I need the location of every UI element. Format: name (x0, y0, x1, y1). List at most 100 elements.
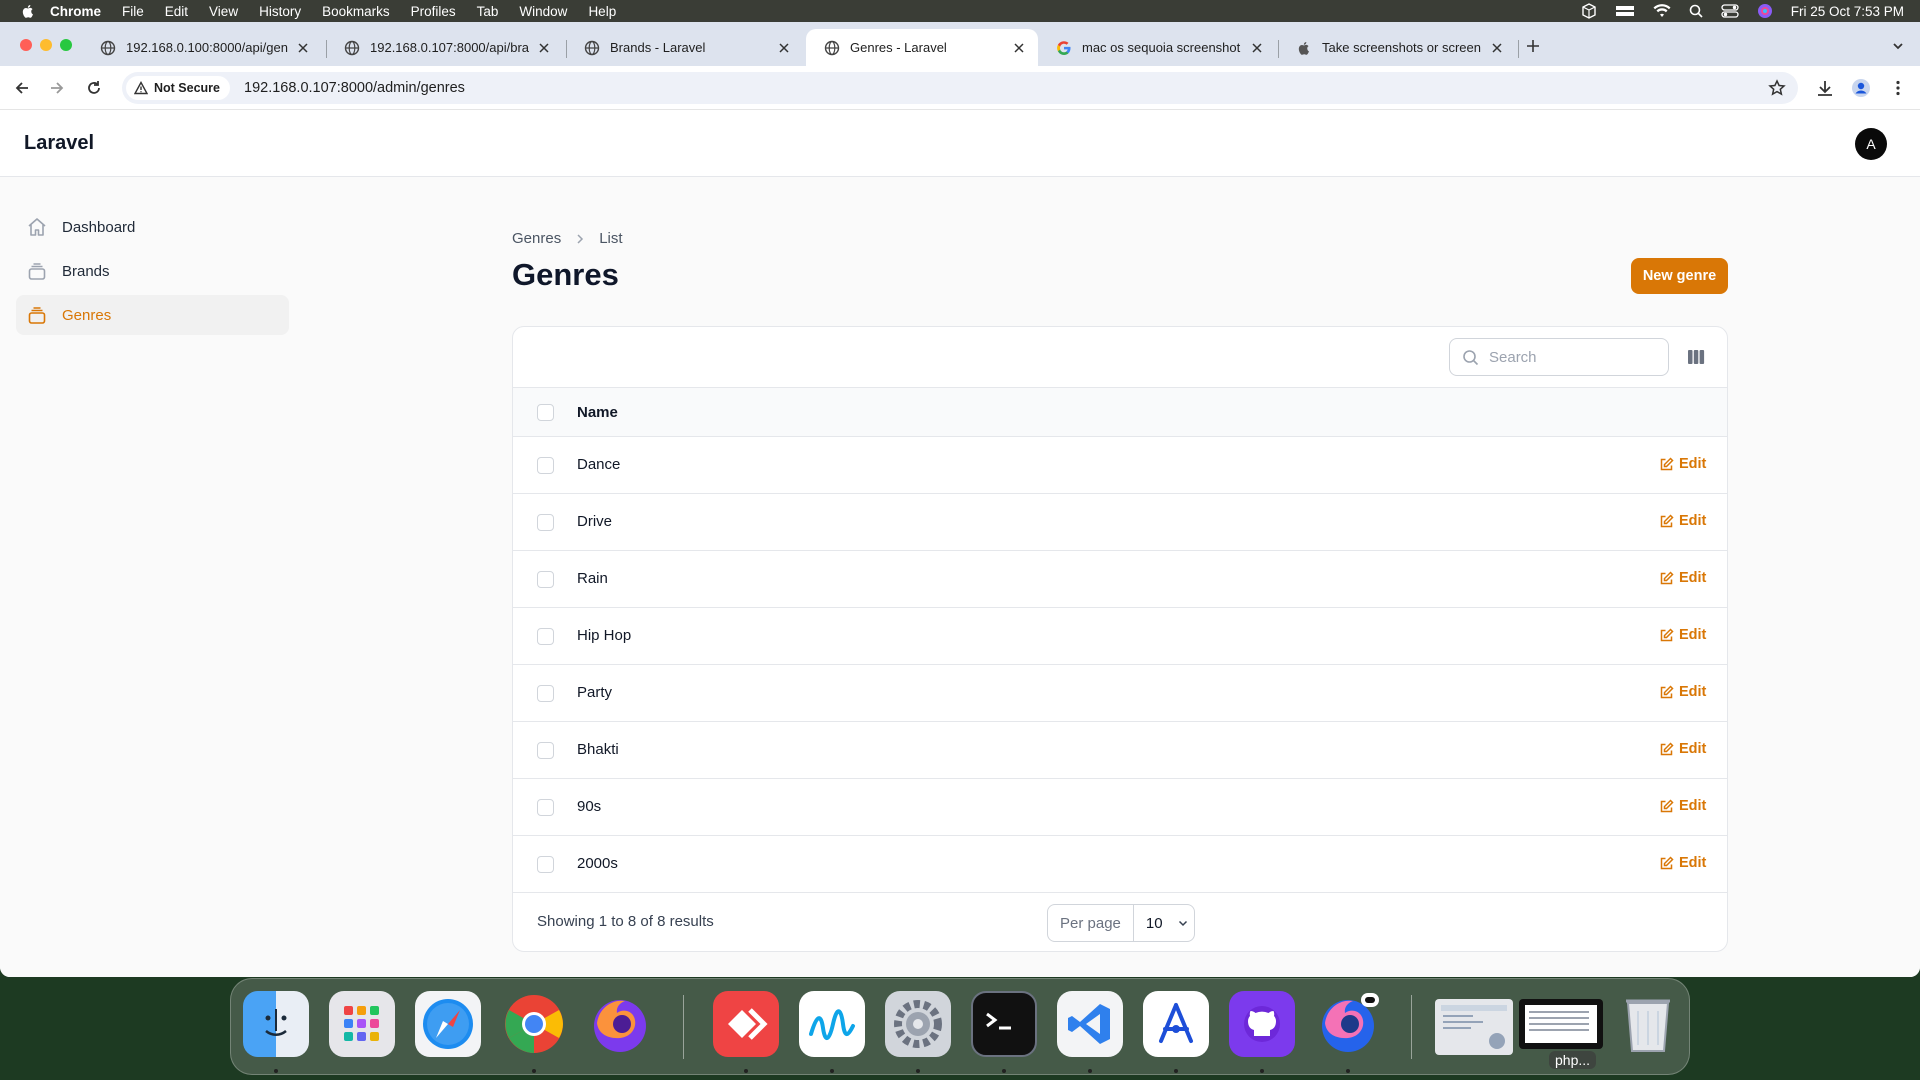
menu-profiles[interactable]: Profiles (411, 4, 456, 19)
menu-edit[interactable]: Edit (165, 4, 188, 19)
breadcrumb-parent[interactable]: Genres (512, 230, 561, 247)
user-avatar[interactable]: A (1855, 128, 1887, 160)
row-checkbox[interactable] (537, 799, 554, 816)
sidebar-item-dashboard[interactable]: Dashboard (16, 207, 289, 247)
edit-link[interactable]: Edit (1659, 684, 1706, 700)
anydesk-icon[interactable] (713, 991, 779, 1057)
edit-link[interactable]: Edit (1659, 627, 1706, 643)
preview-window-thumbnail[interactable] (1435, 999, 1513, 1055)
close-tab-icon[interactable] (777, 41, 791, 55)
status-storage-icon[interactable] (1615, 3, 1635, 19)
select-all-checkbox[interactable] (537, 404, 554, 421)
close-tab-icon[interactable] (1012, 41, 1026, 55)
row-checkbox[interactable] (537, 571, 554, 588)
row-checkbox[interactable] (537, 856, 554, 873)
row-checkbox[interactable] (537, 685, 554, 702)
search-icon (1463, 349, 1479, 365)
minimize-window-button[interactable] (40, 39, 52, 51)
tab-genres-laravel[interactable]: Genres - Laravel (806, 29, 1038, 66)
forward-arrow-icon[interactable] (47, 78, 67, 98)
safari-icon[interactable] (415, 991, 481, 1057)
github-desktop-icon[interactable] (1229, 991, 1295, 1057)
close-tab-icon[interactable] (1250, 41, 1264, 55)
back-arrow-icon[interactable] (12, 78, 32, 98)
firefox-developer-icon[interactable] (1315, 991, 1381, 1057)
wifi-icon[interactable] (1653, 4, 1671, 18)
table-row: 2000s Edit (513, 836, 1727, 893)
sidebar-item-brands[interactable]: Brands (16, 251, 289, 291)
menu-tab[interactable]: Tab (477, 4, 499, 19)
menu-view[interactable]: View (209, 4, 238, 19)
vscode-icon[interactable] (1057, 991, 1123, 1057)
launchpad-icon[interactable] (329, 991, 395, 1057)
menu-file[interactable]: File (122, 4, 144, 19)
edit-link[interactable]: Edit (1659, 513, 1706, 529)
tab-api-brands[interactable]: 192.168.0.107:8000/api/bran (326, 29, 563, 66)
macos-dock: php... (230, 978, 1690, 1075)
url-text[interactable]: 192.168.0.107:8000/admin/genres (244, 80, 465, 96)
row-checkbox[interactable] (537, 457, 554, 474)
status-cube-icon[interactable] (1581, 3, 1597, 19)
control-center-icon[interactable] (1721, 4, 1739, 18)
menu-bookmarks[interactable]: Bookmarks (322, 4, 390, 19)
trash-icon[interactable] (1615, 991, 1681, 1057)
address-bar[interactable]: Not Secure 192.168.0.107:8000/admin/genr… (122, 72, 1798, 104)
row-checkbox[interactable] (537, 742, 554, 759)
dock-running-dot (532, 1069, 536, 1073)
firefox-icon[interactable] (587, 991, 653, 1057)
menu-history[interactable]: History (259, 4, 301, 19)
row-checkbox[interactable] (537, 514, 554, 531)
menubar-clock[interactable]: Fri 25 Oct 7:53 PM (1791, 4, 1904, 19)
terminal-icon[interactable] (971, 991, 1037, 1057)
edit-link[interactable]: Edit (1659, 570, 1706, 586)
sidebar-nav: Dashboard Brands Genres (16, 207, 289, 339)
security-chip[interactable]: Not Secure (126, 76, 230, 100)
close-tab-icon[interactable] (296, 41, 310, 55)
php-window-thumbnail[interactable] (1519, 999, 1603, 1049)
menu-window[interactable]: Window (519, 4, 567, 19)
profile-icon[interactable] (1851, 78, 1871, 98)
columns-toggle-icon[interactable] (1687, 348, 1705, 366)
tab-apple-support[interactable]: Take screenshots or screen re (1278, 29, 1516, 66)
system-settings-icon[interactable] (885, 991, 951, 1057)
reload-icon[interactable] (84, 78, 104, 98)
genre-name: Party (577, 684, 613, 701)
tab-search-chevron-icon[interactable] (1888, 36, 1908, 56)
chrome-icon[interactable] (501, 991, 567, 1057)
freeform-icon[interactable] (799, 991, 865, 1057)
menu-help[interactable]: Help (588, 4, 616, 19)
column-header-name[interactable]: Name (577, 404, 618, 421)
close-tab-icon[interactable] (1490, 41, 1504, 55)
finder-icon[interactable] (243, 991, 309, 1057)
menu-app-name[interactable]: Chrome (50, 4, 101, 19)
edit-link[interactable]: Edit (1659, 456, 1706, 472)
edit-link[interactable]: Edit (1659, 741, 1706, 757)
per-page-select[interactable]: Per page 10 (1047, 904, 1195, 942)
edit-link[interactable]: Edit (1659, 855, 1706, 871)
downloads-icon[interactable] (1815, 78, 1835, 98)
more-menu-icon[interactable] (1888, 78, 1908, 98)
new-genre-button[interactable]: New genre (1631, 258, 1728, 294)
new-tab-icon[interactable] (1524, 37, 1542, 55)
bookmark-star-icon[interactable] (1768, 79, 1786, 97)
tab-api-genres[interactable]: 192.168.0.100:8000/api/genr (82, 29, 322, 66)
close-window-button[interactable] (20, 39, 32, 51)
sidebar-item-genres[interactable]: Genres (16, 295, 289, 335)
tab-brands-laravel[interactable]: Brands - Laravel (566, 29, 803, 66)
zoom-window-button[interactable] (60, 39, 72, 51)
close-tab-icon[interactable] (537, 41, 551, 55)
app-store-icon[interactable] (1143, 991, 1209, 1057)
edit-link[interactable]: Edit (1659, 798, 1706, 814)
brand-logo[interactable]: Laravel (24, 132, 94, 155)
spotlight-search-icon[interactable] (1689, 4, 1703, 18)
globe-icon (584, 40, 600, 55)
row-checkbox[interactable] (537, 628, 554, 645)
php-window-label: php... (1549, 1051, 1597, 1069)
siri-icon[interactable] (1757, 3, 1773, 19)
genre-name: Bhakti (577, 741, 619, 758)
apple-menu-icon[interactable] (20, 3, 36, 19)
search-input[interactable]: Search (1449, 338, 1669, 376)
app-topbar: Laravel A (0, 111, 1920, 177)
edit-icon (1660, 741, 1674, 755)
tab-google-search[interactable]: mac os sequoia screenshot s (1038, 29, 1276, 66)
